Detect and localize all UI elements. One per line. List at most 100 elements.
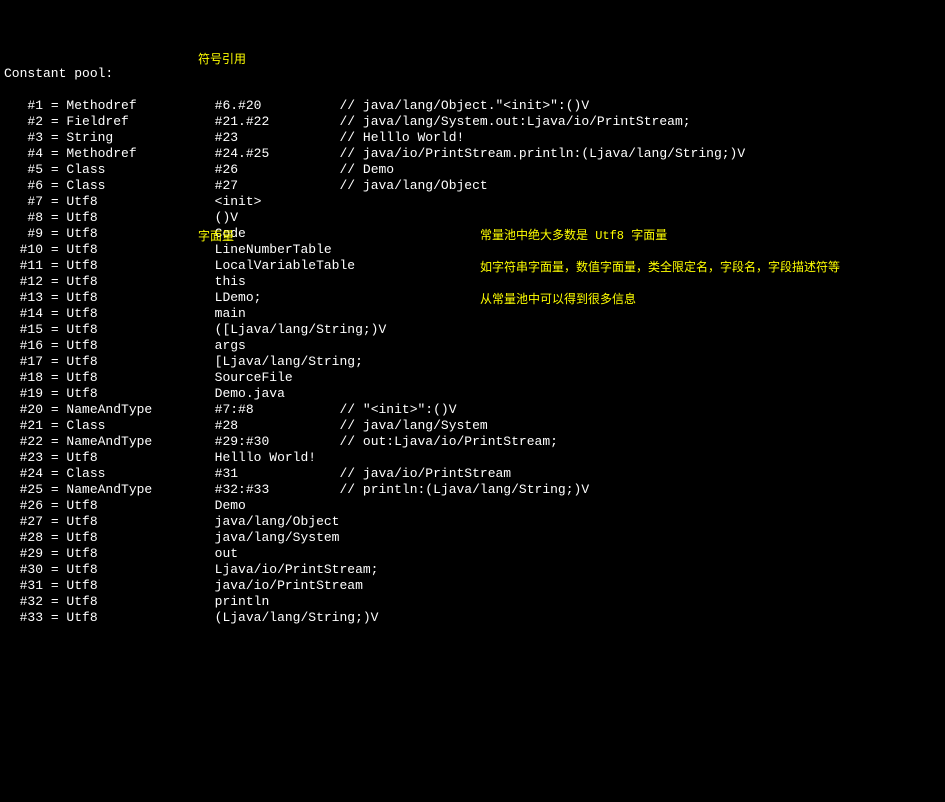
entry-value: [Ljava/lang/String;	[215, 354, 363, 369]
entry-index: #20	[4, 402, 43, 417]
entry-type: Fieldref	[66, 114, 214, 129]
entry-type: Utf8	[66, 530, 214, 545]
entry-value: this	[215, 274, 246, 289]
constant-pool-entry: #20 = NameAndType #7:#8 // "<init>":()V	[4, 402, 941, 418]
entry-index: #9	[4, 226, 43, 241]
entry-value: main	[215, 306, 246, 321]
equals-sign: =	[43, 306, 66, 321]
equals-sign: =	[43, 562, 66, 577]
entry-comment: // java/lang/System.out:Ljava/io/PrintSt…	[339, 114, 690, 129]
entry-type: Utf8	[66, 450, 214, 465]
entry-type: Utf8	[66, 226, 214, 241]
equals-sign: =	[43, 370, 66, 385]
entry-index: #8	[4, 210, 43, 225]
constant-pool-entry: #18 = Utf8 SourceFile	[4, 370, 941, 386]
equals-sign: =	[43, 354, 66, 369]
entry-comment: // java/io/PrintStream.println:(Ljava/la…	[339, 146, 745, 161]
entry-index: #1	[4, 98, 43, 113]
entry-index: #6	[4, 178, 43, 193]
entry-index: #11	[4, 258, 43, 273]
entry-index: #18	[4, 370, 43, 385]
entry-value: println	[215, 594, 270, 609]
constant-pool-entry: #12 = Utf8 this	[4, 274, 941, 290]
entry-type: Utf8	[66, 594, 214, 609]
constant-pool-entry: #15 = Utf8 ([Ljava/lang/String;)V	[4, 322, 941, 338]
entry-value: LDemo;	[215, 290, 262, 305]
equals-sign: =	[43, 290, 66, 305]
entry-value: Ljava/io/PrintStream;	[215, 562, 379, 577]
entry-value: LocalVariableTable	[215, 258, 355, 273]
annotation-note2: 如字符串字面量，数值字面量，类全限定名，字段名，字段描述符等	[480, 260, 840, 276]
equals-sign: =	[43, 482, 66, 497]
entry-value: out	[215, 546, 238, 561]
entry-index: #7	[4, 194, 43, 209]
entry-type: Class	[66, 178, 214, 193]
entry-index: #17	[4, 354, 43, 369]
entry-index: #28	[4, 530, 43, 545]
entry-value: ([Ljava/lang/String;)V	[215, 322, 387, 337]
entry-index: #4	[4, 146, 43, 161]
constant-pool-entry: #31 = Utf8 java/io/PrintStream	[4, 578, 941, 594]
equals-sign: =	[43, 594, 66, 609]
annotation-literal: 字面量	[198, 229, 234, 245]
entry-index: #24	[4, 466, 43, 481]
entry-type: Methodref	[66, 98, 214, 113]
entry-value: #27	[215, 178, 340, 193]
entry-type: Utf8	[66, 610, 214, 625]
entry-comment: // java/lang/System	[339, 418, 487, 433]
constant-pool-entry: #8 = Utf8 ()V	[4, 210, 941, 226]
entry-index: #23	[4, 450, 43, 465]
entry-index: #21	[4, 418, 43, 433]
entry-type: Utf8	[66, 370, 214, 385]
constant-pool-entry: #1 = Methodref #6.#20 // java/lang/Objec…	[4, 98, 941, 114]
constant-pool-entry: #19 = Utf8 Demo.java	[4, 386, 941, 402]
equals-sign: =	[43, 450, 66, 465]
equals-sign: =	[43, 242, 66, 257]
equals-sign: =	[43, 338, 66, 353]
constant-pool-entry: #25 = NameAndType #32:#33 // println:(Lj…	[4, 482, 941, 498]
equals-sign: =	[43, 322, 66, 337]
entry-type: Class	[66, 418, 214, 433]
equals-sign: =	[43, 434, 66, 449]
entry-value: Helllo World!	[215, 450, 316, 465]
constant-pool-entry: #22 = NameAndType #29:#30 // out:Ljava/i…	[4, 434, 941, 450]
entry-value: ()V	[215, 210, 238, 225]
equals-sign: =	[43, 466, 66, 481]
constant-pool-entry: #7 = Utf8 <init>	[4, 194, 941, 210]
equals-sign: =	[43, 146, 66, 161]
equals-sign: =	[43, 274, 66, 289]
constant-pool-entry: #9 = Utf8 Code	[4, 226, 941, 242]
entry-value: #29:#30	[215, 434, 340, 449]
entry-type: Utf8	[66, 306, 214, 321]
constant-pool-entry: #3 = String #23 // Helllo World!	[4, 130, 941, 146]
entry-value: java/lang/Object	[215, 514, 340, 529]
constant-pool-entry: #13 = Utf8 LDemo;	[4, 290, 941, 306]
entry-type: Utf8	[66, 498, 214, 513]
entry-index: #15	[4, 322, 43, 337]
constant-pool-entry: #23 = Utf8 Helllo World!	[4, 450, 941, 466]
entry-comment: // Helllo World!	[339, 130, 464, 145]
entry-value: #31	[215, 466, 340, 481]
equals-sign: =	[43, 530, 66, 545]
equals-sign: =	[43, 578, 66, 593]
entry-type: Utf8	[66, 242, 214, 257]
entry-value: #23	[215, 130, 340, 145]
constant-pool-entry: #2 = Fieldref #21.#22 // java/lang/Syste…	[4, 114, 941, 130]
entry-index: #3	[4, 130, 43, 145]
constant-pool-entry: #24 = Class #31 // java/io/PrintStream	[4, 466, 941, 482]
equals-sign: =	[43, 402, 66, 417]
entry-comment: // out:Ljava/io/PrintStream;	[339, 434, 557, 449]
entry-index: #12	[4, 274, 43, 289]
entry-index: #33	[4, 610, 43, 625]
entry-index: #30	[4, 562, 43, 577]
equals-sign: =	[43, 114, 66, 129]
entry-type: Utf8	[66, 290, 214, 305]
constant-pool-entry: #33 = Utf8 (Ljava/lang/String;)V	[4, 610, 941, 626]
entry-type: Class	[66, 162, 214, 177]
annotation-note3: 从常量池中可以得到很多信息	[480, 292, 636, 308]
entry-value: <init>	[215, 194, 262, 209]
entry-type: Utf8	[66, 258, 214, 273]
constant-pool-entry: #26 = Utf8 Demo	[4, 498, 941, 514]
annotation-symbol-ref: 符号引用	[198, 52, 246, 68]
entry-value: #28	[215, 418, 340, 433]
